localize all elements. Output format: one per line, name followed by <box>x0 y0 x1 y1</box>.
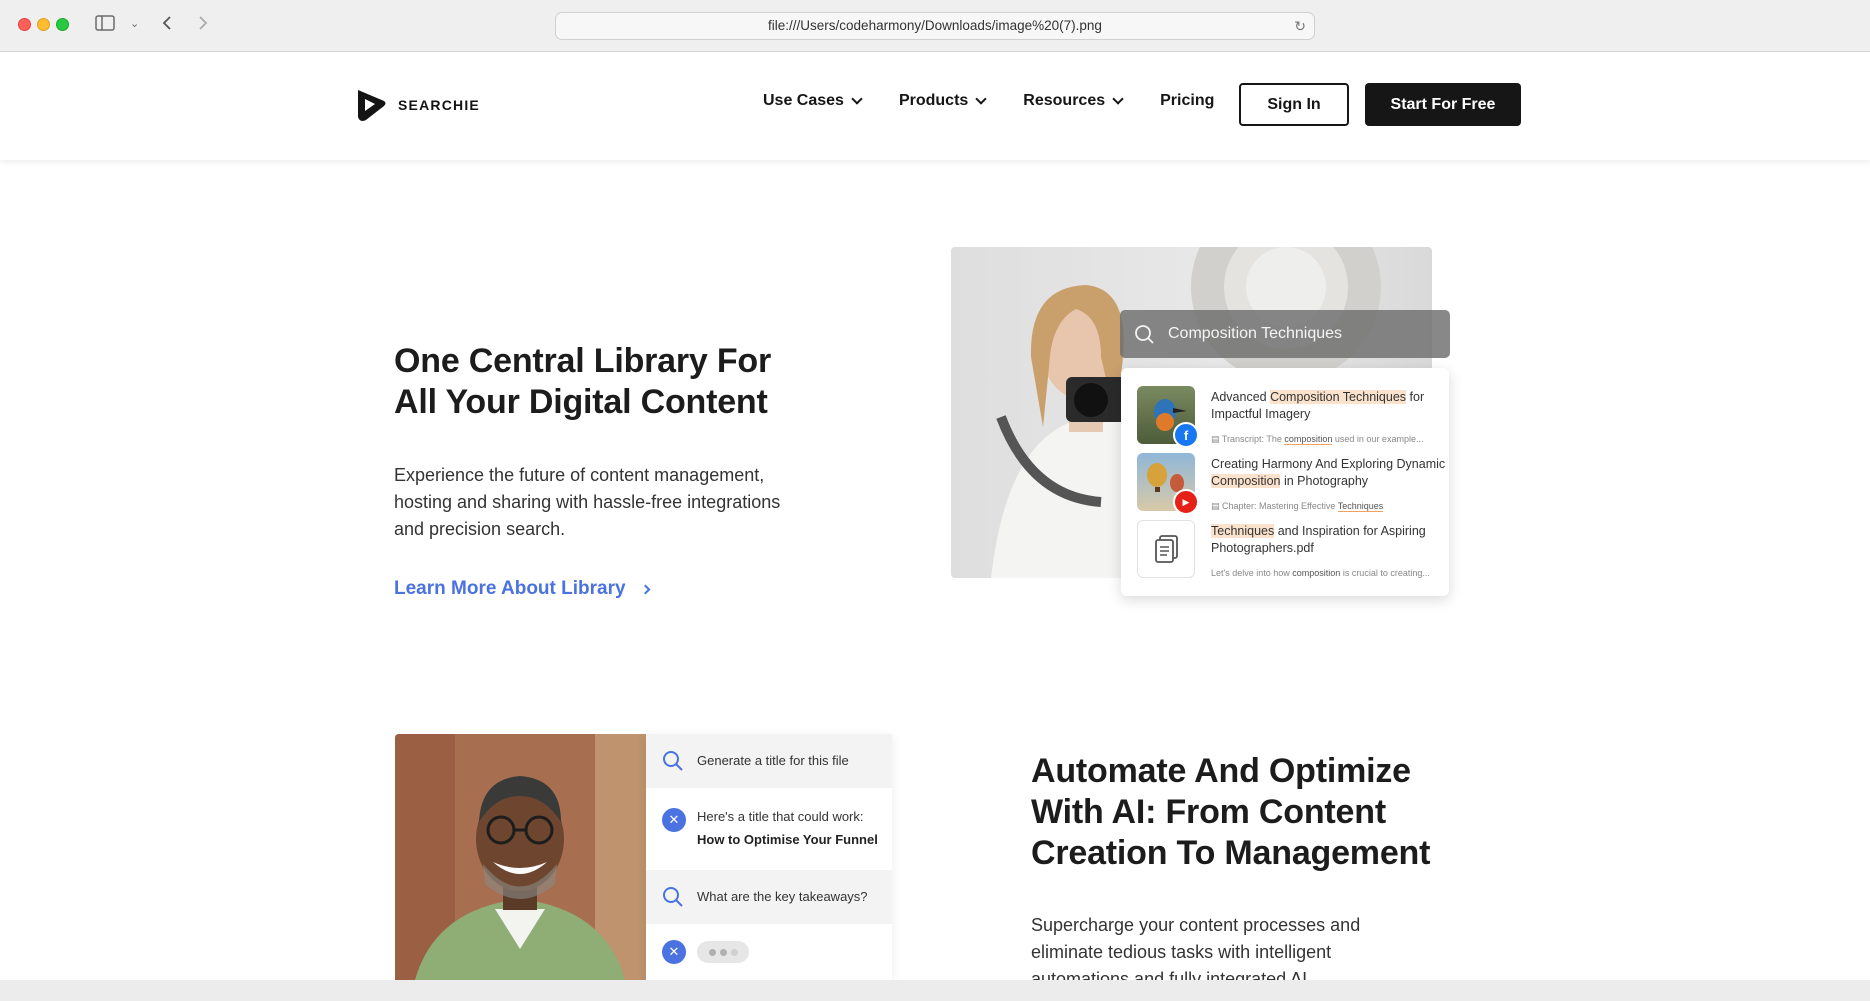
chapter-icon: ▤ <box>1211 501 1223 511</box>
result-snippet: Let's delve into how composition is cruc… <box>1211 568 1430 578</box>
library-title-line2: All Your Digital Content <box>394 383 768 421</box>
ai-title-line3: Creation To Management <box>1031 834 1431 872</box>
zoom-window-button[interactable] <box>56 18 69 31</box>
library-title-line1: One Central Library For <box>394 342 772 380</box>
searchie-logo[interactable]: SEARCHIE <box>354 87 480 123</box>
ai-title-line2: With AI: From Content <box>1031 793 1386 831</box>
chevron-right-icon <box>640 584 650 594</box>
chat-answer-row: ✕ Here's a title that could work: How to… <box>646 788 892 870</box>
nav-pricing[interactable]: Pricing <box>1160 92 1214 110</box>
chat-answer-line1: Here's a title that could work: <box>697 809 864 824</box>
search-results-card: f Advanced Composition Techniques for Im… <box>1121 368 1449 596</box>
library-title: One Central Library For All Your Digital… <box>394 341 771 423</box>
reload-icon[interactable]: ↻ <box>1294 13 1306 39</box>
nav-use-cases-label: Use Cases <box>763 92 844 109</box>
library-description: Experience the future of content managem… <box>394 465 781 539</box>
search-icon <box>663 887 683 907</box>
chevron-down-icon <box>1112 92 1124 105</box>
ai-chat-panel: Generate a title for this file ✕ Here's … <box>646 734 892 980</box>
document-icon <box>1155 535 1178 563</box>
address-bar[interactable]: file:///Users/codeharmony/Downloads/imag… <box>555 12 1315 40</box>
url-text: file:///Users/codeharmony/Downloads/imag… <box>768 18 1102 33</box>
ai-sparkle-icon: ✕ <box>662 940 686 964</box>
nav-products[interactable]: Products <box>898 92 987 110</box>
search-icon <box>1135 325 1154 344</box>
learn-more-library-label: Learn More About Library <box>394 578 626 599</box>
ai-title-line1: Automate And Optimize <box>1031 752 1411 790</box>
smiling-man-image <box>395 734 646 980</box>
typing-dot <box>730 948 738 956</box>
transcript-icon: ▤ <box>1211 434 1222 444</box>
typing-indicator <box>697 941 749 963</box>
nav-pricing-label: Pricing <box>1160 92 1215 109</box>
nav-products-label: Products <box>898 92 969 109</box>
main-nav: Use Cases Products Resources Pricing <box>763 92 1252 110</box>
forward-arrow-icon[interactable] <box>196 14 210 36</box>
learn-more-library-link[interactable]: Learn More About Library <box>394 578 650 600</box>
back-arrow-icon[interactable] <box>160 14 174 36</box>
chat-question-text: Generate a title for this file <box>697 753 849 768</box>
browser-toolbar: ⌄ file:///Users/codeharmony/Downloads/im… <box>0 0 1870 52</box>
ai-description: Supercharge your content processes and e… <box>1031 915 1361 980</box>
window-bottom-edge <box>0 980 1870 1001</box>
chat-answer-line2: How to Optimise Your Funnel <box>697 832 878 847</box>
logo-text: SEARCHIE <box>398 97 480 113</box>
result-snippet: ▤ Chapter: Mastering Effective Technique… <box>1211 501 1384 512</box>
typing-dot <box>708 948 716 956</box>
nav-resources[interactable]: Resources <box>1023 92 1124 110</box>
chat-question-text: What are the key takeaways? <box>697 889 868 904</box>
result-title: Techniques and Inspiration for Aspiring … <box>1211 524 1426 555</box>
search-icon <box>663 751 683 771</box>
result-title: Creating Harmony And Exploring Dynamic C… <box>1211 457 1446 488</box>
ai-sparkle-icon: ✕ <box>662 808 686 832</box>
sidebar-menu-chevron-icon[interactable]: ⌄ <box>130 13 139 35</box>
youtube-icon: ▶ <box>1173 489 1199 515</box>
start-for-free-button[interactable]: Start For Free <box>1365 83 1521 126</box>
facebook-icon: f <box>1173 422 1199 448</box>
chat-question-row[interactable]: Generate a title for this file <box>646 734 892 788</box>
typing-dot <box>719 948 727 956</box>
result-title: Advanced Composition Techniques for Impa… <box>1211 390 1425 421</box>
search-query: Composition Techniques <box>1168 325 1343 342</box>
chat-answer-text: Here's a title that could work: How to O… <box>697 805 878 851</box>
searchie-logo-icon <box>354 87 388 123</box>
document-thumbnail <box>1137 520 1195 578</box>
site-header: SEARCHIE Use Cases Products Resources Pr… <box>0 52 1870 160</box>
sidebar-toggle-icon[interactable] <box>95 14 115 36</box>
ai-title: Automate And Optimize With AI: From Cont… <box>1031 751 1430 874</box>
chevron-down-icon <box>975 92 987 105</box>
chat-question-row[interactable]: What are the key takeaways? <box>646 870 892 924</box>
sign-in-button[interactable]: Sign In <box>1239 83 1349 126</box>
library-search-bar[interactable]: Composition Techniques <box>1120 310 1450 358</box>
minimize-window-button[interactable] <box>37 18 50 31</box>
result-snippet: ▤ Transcript: The composition used in ou… <box>1211 434 1424 445</box>
chat-typing-row: ✕ <box>646 924 892 980</box>
nav-use-cases[interactable]: Use Cases <box>763 92 863 110</box>
nav-resources-label: Resources <box>1023 92 1106 109</box>
chevron-down-icon <box>851 92 863 105</box>
web-page: SEARCHIE Use Cases Products Resources Pr… <box>0 52 1870 980</box>
close-window-button[interactable] <box>18 18 31 31</box>
